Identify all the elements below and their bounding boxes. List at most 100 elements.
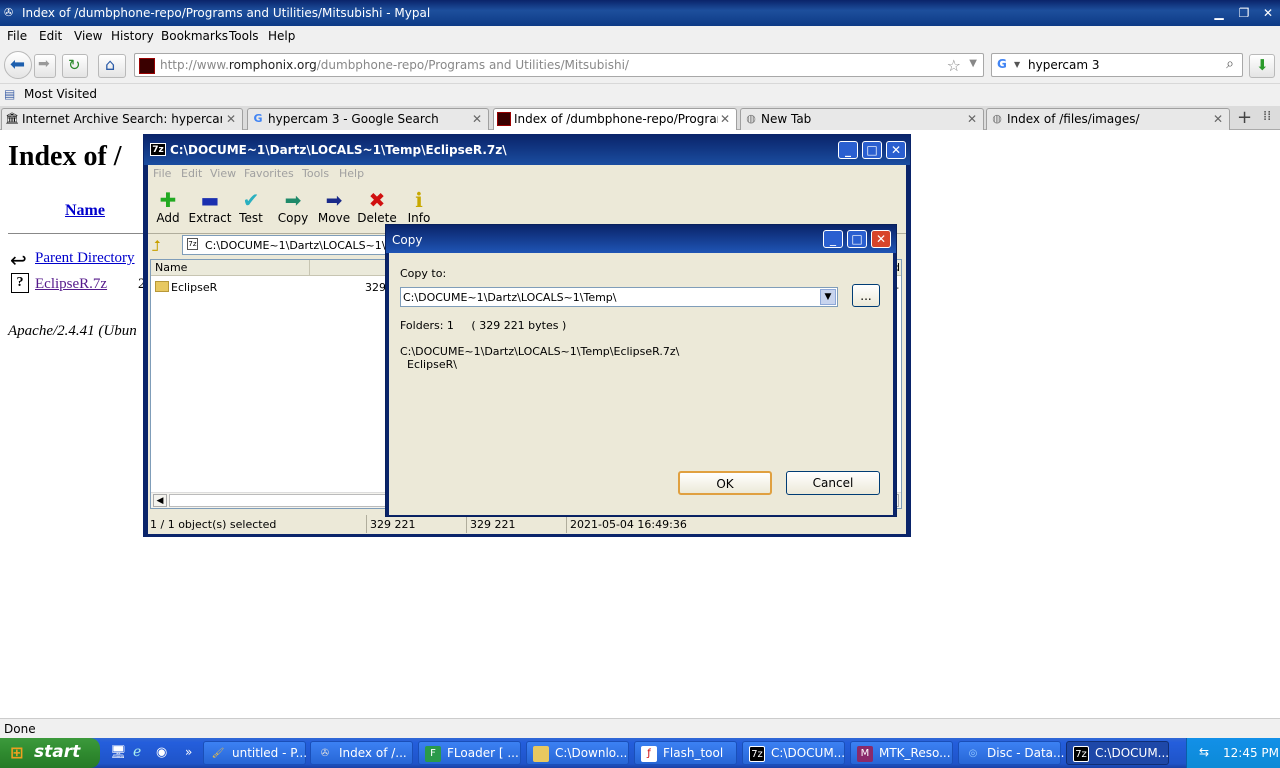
mypal-icon: ✇ [4, 6, 14, 19]
ie-icon[interactable]: ℯ [133, 744, 141, 760]
add-button[interactable]: ✚ Add [146, 189, 190, 225]
minimize-icon[interactable]: _ [823, 230, 843, 248]
new-tab-plus-icon[interactable]: + [1237, 107, 1252, 128]
parent-directory-link[interactable]: Parent Directory [35, 250, 135, 267]
menu-edit[interactable]: Edit [39, 29, 62, 43]
taskbar: ⊞ start 🖥 ℯ ◉ » 🖌 untitled - P... ✇ Index … [0, 738, 1280, 768]
close-icon[interactable]: ✕ [871, 230, 891, 248]
menu-view[interactable]: View [74, 29, 102, 43]
taskbar-item-mtk[interactable]: M MTK_Reso... [850, 741, 953, 765]
network-icon[interactable]: ⇆ [1199, 745, 1209, 759]
url-bar[interactable]: http://www.romphonix.org/dumbphone-repo/… [134, 53, 984, 77]
ok-button[interactable]: OK [678, 471, 772, 495]
tab-index-mitsubishi[interactable]: Index of /dumbphone-repo/Programs and...… [493, 108, 737, 130]
close-icon[interactable]: ✕ [1259, 4, 1277, 22]
tab-list-icon[interactable]: ⁞⁞ [1263, 109, 1271, 124]
tab-close-icon[interactable]: ✕ [472, 112, 482, 126]
column-name-header[interactable]: Name [155, 261, 187, 274]
scroll-thumb[interactable] [169, 494, 399, 507]
minimize-icon[interactable]: _ [838, 141, 858, 159]
tab-internet-archive[interactable]: 🏛 Internet Archive Search: hypercam 3 ✕ [1, 108, 243, 130]
scroll-left-icon[interactable]: ◀ [153, 494, 167, 507]
tab-files-images[interactable]: ◍ Index of /files/images/ ✕ [986, 108, 1230, 130]
search-bar[interactable]: G ▼ hypercam 3 ⌕ [991, 53, 1243, 77]
copy-to-combobox[interactable]: C:\DOCUME~1\Dartz\LOCALS~1\Temp\ ▼ [400, 287, 838, 307]
tab-close-icon[interactable]: ✕ [226, 112, 236, 126]
forward-button[interactable]: ➡ [34, 54, 56, 78]
taskbar-item-downloads[interactable]: C:\Downlo... [526, 741, 629, 765]
menu-bookmarks[interactable]: Bookmarks [161, 29, 228, 43]
taskbar-item-7zip-active[interactable]: 7z C:\DOCUM... [1066, 741, 1169, 765]
menu-edit[interactable]: Edit [181, 167, 202, 180]
menu-favorites[interactable]: Favorites [244, 167, 294, 180]
server-signature: Apache/2.4.41 (Ubun [8, 323, 137, 339]
clock[interactable]: 12:45 PM [1223, 746, 1279, 760]
browser-title: Index of /dumbphone-repo/Programs and Ut… [22, 6, 431, 20]
menu-help[interactable]: Help [268, 29, 295, 43]
globe-icon: ◍ [992, 112, 1002, 125]
browse-button[interactable]: ... [852, 284, 880, 307]
test-button[interactable]: ✔ Test [229, 189, 273, 225]
taskbar-item-paint[interactable]: 🖌 untitled - P... [203, 741, 307, 765]
taskbar-item-floader[interactable]: F FLoader [ ... [418, 741, 521, 765]
info-icon: ℹ [415, 188, 423, 212]
minimize-icon[interactable]: ▁ [1210, 4, 1228, 22]
back-button[interactable]: ⬅ [4, 51, 32, 79]
maximize-icon[interactable]: □ [862, 141, 882, 159]
taskbar-item-disc[interactable]: ◎ Disc - Data... [958, 741, 1064, 765]
engine-dropdown-icon[interactable]: ▼ [1014, 60, 1020, 69]
menu-file[interactable]: File [7, 29, 27, 43]
copy-button[interactable]: ➡ Copy [271, 189, 315, 225]
taskbar-label: Flash_tool [663, 746, 724, 760]
sevenzip-app-icon: 7z [1073, 746, 1089, 762]
maximize-icon[interactable]: ❐ [1235, 4, 1253, 22]
browser-menu-bar: File Edit View History Bookmarks Tools H… [0, 26, 1280, 46]
reload-icon: ↻ [68, 56, 81, 74]
menu-history[interactable]: History [111, 29, 154, 43]
taskbar-item-flash-tool[interactable]: ƒ Flash_tool [634, 741, 737, 765]
media-player-icon[interactable]: ◉ [156, 745, 167, 760]
menu-tools[interactable]: Tools [229, 29, 259, 43]
tab-new-tab[interactable]: ◍ New Tab ✕ [740, 108, 984, 130]
chevron-down-icon[interactable]: ▼ [820, 289, 836, 305]
bookmark-star-icon[interactable]: ☆ [947, 56, 961, 75]
google-favicon-icon: G [253, 112, 263, 125]
column-name-link[interactable]: Name [65, 202, 105, 220]
reload-button[interactable]: ↻ [62, 54, 88, 78]
copy-dialog-title-bar: Copy _ □ ✕ [386, 225, 896, 253]
move-button[interactable]: ➡ Move [312, 189, 356, 225]
info-button[interactable]: ℹ Info [397, 189, 441, 225]
cancel-button[interactable]: Cancel [786, 471, 880, 495]
system-tray: ⇆ 12:45 PM [1186, 738, 1280, 768]
taskbar-item-browser[interactable]: ✇ Index of /... [310, 741, 413, 765]
menu-file[interactable]: File [153, 167, 171, 180]
menu-view[interactable]: View [210, 167, 236, 180]
menu-tools[interactable]: Tools [302, 167, 329, 180]
extract-button[interactable]: ▬ Extract [188, 189, 232, 225]
sevenzip-title-bar: 7z C:\DOCUME~1\Dartz\LOCALS~1\Temp\Eclip… [144, 135, 910, 165]
tab-label: Index of /dumbphone-repo/Programs and... [514, 112, 718, 126]
tab-google-search[interactable]: G hypercam 3 - Google Search ✕ [247, 108, 489, 130]
taskbar-label: C:\Downlo... [555, 746, 628, 760]
start-button[interactable]: ⊞ start [0, 738, 100, 768]
taskbar-item-7zip[interactable]: 7z C:\DOCUM... [742, 741, 845, 765]
tab-close-icon[interactable]: ✕ [1213, 112, 1223, 126]
tab-close-icon[interactable]: ✕ [720, 112, 730, 126]
folder-up-icon[interactable]: ⮥ [152, 237, 161, 255]
copy-to-input[interactable]: C:\DOCUME~1\Dartz\LOCALS~1\Temp\ [403, 291, 617, 304]
url-dropdown-icon[interactable]: ▼ [969, 58, 977, 69]
most-visited-bookmark[interactable]: Most Visited [24, 87, 97, 101]
search-input[interactable]: hypercam 3 [1028, 58, 1099, 72]
downloads-button[interactable]: ⬇ [1249, 54, 1275, 78]
show-desktop-icon[interactable]: 🖥 [110, 745, 127, 760]
home-button[interactable]: ⌂ [98, 54, 126, 78]
menu-help[interactable]: Help [339, 167, 364, 180]
delete-button[interactable]: ✖ Delete [355, 189, 399, 225]
file-link[interactable]: EclipseR.7z [35, 276, 107, 293]
bookmarks-toolbar: ▤ Most Visited [0, 84, 1280, 106]
close-icon[interactable]: ✕ [886, 141, 906, 159]
quicklaunch-expand-icon[interactable]: » [185, 745, 192, 759]
maximize-icon[interactable]: □ [847, 230, 867, 248]
tab-close-icon[interactable]: ✕ [967, 112, 977, 126]
search-icon[interactable]: ⌕ [1226, 56, 1234, 72]
